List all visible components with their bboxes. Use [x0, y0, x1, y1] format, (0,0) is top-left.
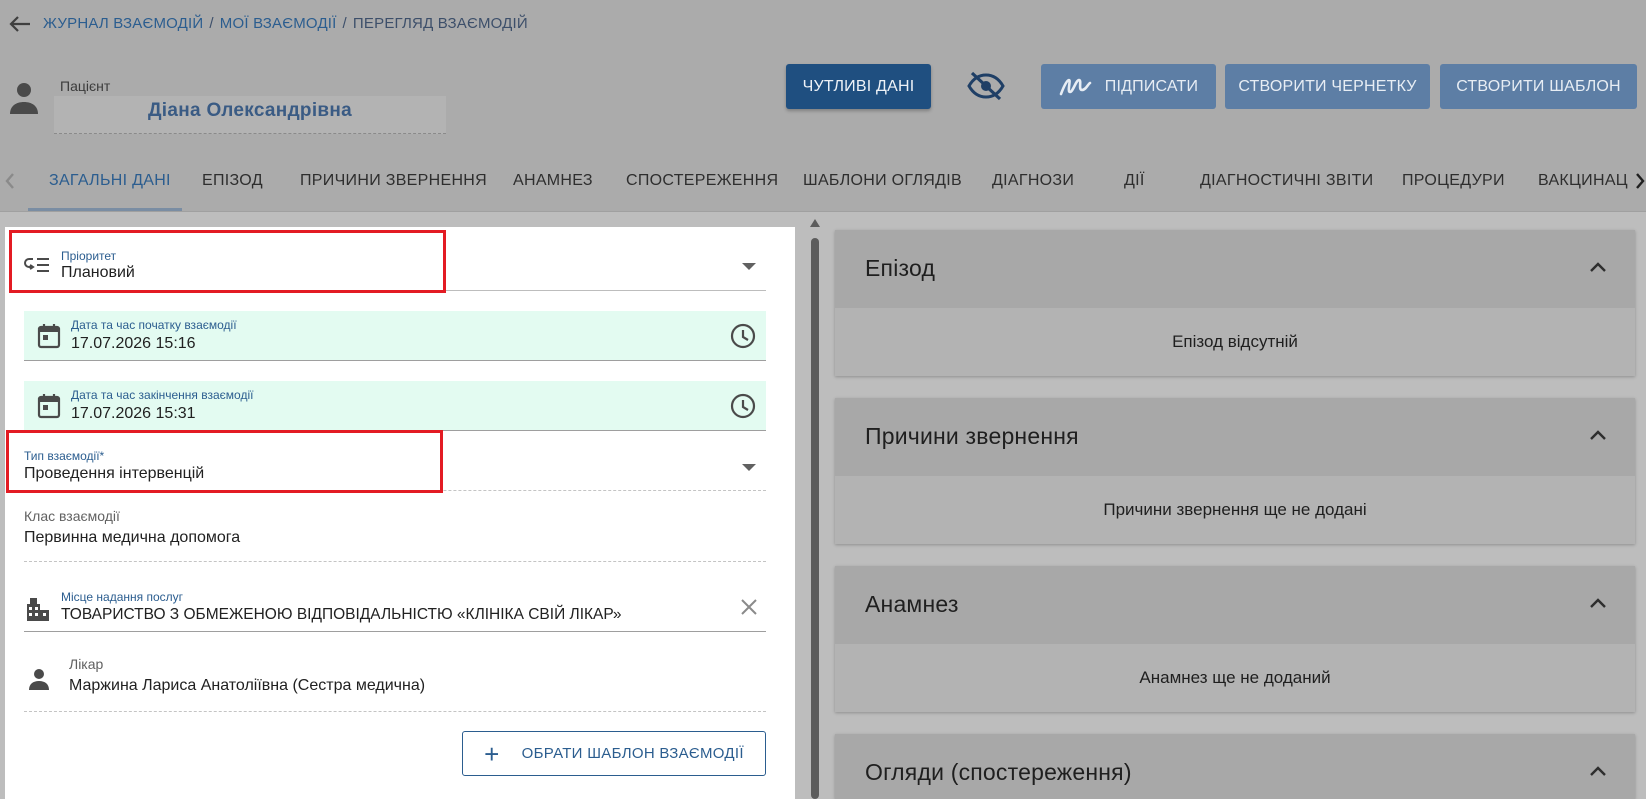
priority-label: Пріоритет	[61, 249, 117, 263]
tab-exam-templates[interactable]: ШАБЛОНИ ОГЛЯДІВ	[803, 172, 962, 190]
breadcrumb-separator: /	[342, 15, 347, 32]
tabs-bar: ЗАГАЛЬНІ ДАНІ ЕПІЗОД ПРИЧИНИ ЗВЕРНЕННЯ А…	[0, 152, 1646, 212]
end-datetime-label: Дата та час закінчення взаємодії	[71, 388, 254, 402]
start-datetime-underline	[24, 360, 766, 361]
card-empty-text: Анамнез ще не доданий	[1139, 668, 1331, 687]
end-datetime-field[interactable]: Дата та час закінчення взаємодії 17.07.2…	[24, 381, 766, 431]
interaction-class-label: Клас взаємодії	[24, 508, 120, 524]
end-datetime-underline	[24, 430, 766, 431]
plus-icon: +	[484, 738, 500, 769]
summary-panel: Епізод Епізод відсутній Причини зверненн…	[823, 216, 1646, 799]
card-title: Причини звернення	[865, 423, 1079, 449]
priority-value: Плановий	[61, 264, 135, 281]
chevron-right-icon[interactable]	[1630, 166, 1646, 196]
tab-reasons[interactable]: ПРИЧИНИ ЗВЕРНЕННЯ	[300, 172, 487, 190]
tab-diagnoses[interactable]: ДІАГНОЗИ	[992, 172, 1074, 190]
tab-general[interactable]: ЗАГАЛЬНІ ДАНІ	[49, 172, 171, 190]
tab-observations[interactable]: СПОСТЕРЕЖЕННЯ	[626, 172, 778, 190]
service-place-label: Місце надання послуг	[61, 590, 184, 604]
signature-icon	[1059, 76, 1095, 98]
interaction-type-label: Тип взаємодії*	[24, 449, 105, 463]
start-datetime-field[interactable]: Дата та час початку взаємодії 17.07.2026…	[24, 311, 766, 361]
dropdown-arrow-icon[interactable]	[742, 464, 756, 471]
breadcrumb: ЖУРНАЛ ВЗАЄМОДІЙ / МОЇ ВЗАЄМОДІЇ / ПЕРЕГЛЯД …	[43, 15, 528, 32]
card-empty-text: Епізод відсутній	[1172, 332, 1298, 351]
chevron-up-icon[interactable]	[1589, 764, 1607, 782]
patient-name: Діана Олександрівна	[147, 100, 353, 121]
chevron-up-icon[interactable]	[1589, 260, 1607, 278]
interaction-type-underline	[24, 490, 766, 491]
card-anamnesis: Анамнез Анамнез ще не доданий	[835, 566, 1635, 712]
sign-button-label: ПІДПИСАТИ	[1104, 77, 1199, 95]
priority-select[interactable]: Пріоритет Плановий	[24, 238, 766, 291]
select-template-label: ОБРАТИ ШАБЛОН ВЗАЄМОДІЇ	[521, 745, 744, 762]
card-title: Анамнез	[865, 591, 959, 617]
card-observations: Огляди (спостереження)	[835, 734, 1635, 799]
card-body: Причини звернення ще не додані	[835, 476, 1635, 544]
eye-off-icon[interactable]	[964, 68, 1008, 104]
doctor-underline	[24, 711, 766, 712]
clock-icon[interactable]	[730, 323, 756, 349]
interaction-class-value: Первинна медична допомога	[24, 529, 241, 546]
sensitive-data-button[interactable]: ЧУТЛИВІ ДАНІ	[786, 64, 931, 109]
active-tab-indicator	[28, 208, 182, 211]
chevron-up-icon[interactable]	[1589, 428, 1607, 446]
card-empty-text: Причини звернення ще не додані	[1103, 500, 1367, 519]
sign-button[interactable]: ПІДПИСАТИ	[1041, 64, 1216, 109]
interaction-type-value: Проведення інтервенцій	[24, 465, 205, 482]
calendar-icon	[36, 393, 62, 419]
back-arrow-icon[interactable]	[6, 10, 34, 38]
tab-diagnostic-reports[interactable]: ДІАГНОСТИЧНІ ЗВІТИ	[1200, 172, 1373, 190]
select-interaction-template-button[interactable]: + ОБРАТИ ШАБЛОН ВЗАЄМОДІЇ	[462, 731, 766, 776]
priority-icon	[24, 254, 50, 276]
breadcrumb-my-interactions[interactable]: МОЇ ВЗАЄМОДІЇ	[220, 15, 337, 32]
scrollbar-thumb[interactable]	[811, 238, 819, 799]
priority-underline	[24, 290, 766, 291]
tab-procedures[interactable]: ПРОЦЕДУРИ	[1402, 172, 1505, 190]
patient-field[interactable]: Діана Олександрівна	[54, 96, 446, 134]
chevron-up-icon[interactable]	[1589, 596, 1607, 614]
service-place-field[interactable]: Місце надання послуг ТОВАРИСТВО З ОБМЕЖЕ…	[24, 580, 766, 632]
interaction-class-underline	[24, 561, 766, 562]
clock-icon[interactable]	[730, 393, 756, 419]
dropdown-arrow-icon[interactable]	[742, 263, 756, 270]
breadcrumb-current: ПЕРЕГЛЯД ВЗАЄМОДІЙ	[352, 15, 528, 32]
interaction-class-field: Клас взаємодії Первинна медична допомога	[24, 504, 766, 562]
card-header[interactable]: Огляди (спостереження)	[835, 734, 1635, 799]
card-header[interactable]: Анамнез	[835, 566, 1635, 644]
card-body: Анамнез ще не доданий	[835, 644, 1635, 712]
breadcrumb-journal[interactable]: ЖУРНАЛ ВЗАЄМОДІЙ	[43, 15, 203, 32]
service-place-value: ТОВАРИСТВО З ОБМЕЖЕНОЮ ВІДПОВІДАЛЬНІСТЮ …	[61, 606, 622, 623]
card-reasons: Причини звернення Причини звернення ще н…	[835, 398, 1635, 544]
create-draft-button[interactable]: СТВОРИТИ ЧЕРНЕТКУ	[1225, 64, 1430, 109]
calendar-icon	[36, 323, 62, 349]
close-icon[interactable]	[738, 596, 760, 618]
doctor-value: Маржина Лариса Анатоліївна (Сестра медич…	[69, 677, 426, 694]
start-datetime-label: Дата та час початку взаємодії	[71, 318, 237, 332]
card-body: Епізод відсутній	[835, 308, 1635, 376]
card-title: Огляди (спостереження)	[865, 759, 1132, 785]
tab-anamnesis[interactable]: АНАМНЕЗ	[513, 172, 593, 190]
building-icon	[26, 596, 50, 622]
patient-label: Пацієнт	[60, 78, 111, 94]
start-datetime-value: 17.07.2026 15:16	[71, 335, 196, 352]
person-icon	[8, 80, 40, 116]
tab-episode[interactable]: ЕПІЗОД	[202, 172, 263, 190]
end-datetime-value: 17.07.2026 15:31	[71, 405, 196, 422]
card-header[interactable]: Причини звернення	[835, 398, 1635, 476]
card-header[interactable]: Епізод	[835, 230, 1635, 308]
doctor-field: Лікар Маржина Лариса Анатоліївна (Сестра…	[24, 652, 766, 712]
chevron-left-icon[interactable]	[0, 166, 20, 196]
scroll-up-arrow-icon[interactable]	[810, 219, 820, 227]
tab-actions[interactable]: ДІЇ	[1124, 172, 1145, 190]
service-place-underline	[24, 631, 766, 632]
create-template-button[interactable]: СТВОРИТИ ШАБЛОН	[1440, 64, 1637, 109]
interaction-type-select[interactable]: Тип взаємодії* Проведення інтервенцій	[24, 441, 766, 491]
doctor-label: Лікар	[69, 656, 104, 672]
card-episode: Епізод Епізод відсутній	[835, 230, 1635, 376]
tab-vaccinations[interactable]: ВАКЦИНАЦ	[1538, 172, 1628, 190]
breadcrumb-separator: /	[209, 15, 214, 32]
person-icon	[28, 666, 50, 692]
card-title: Епізод	[865, 255, 936, 281]
